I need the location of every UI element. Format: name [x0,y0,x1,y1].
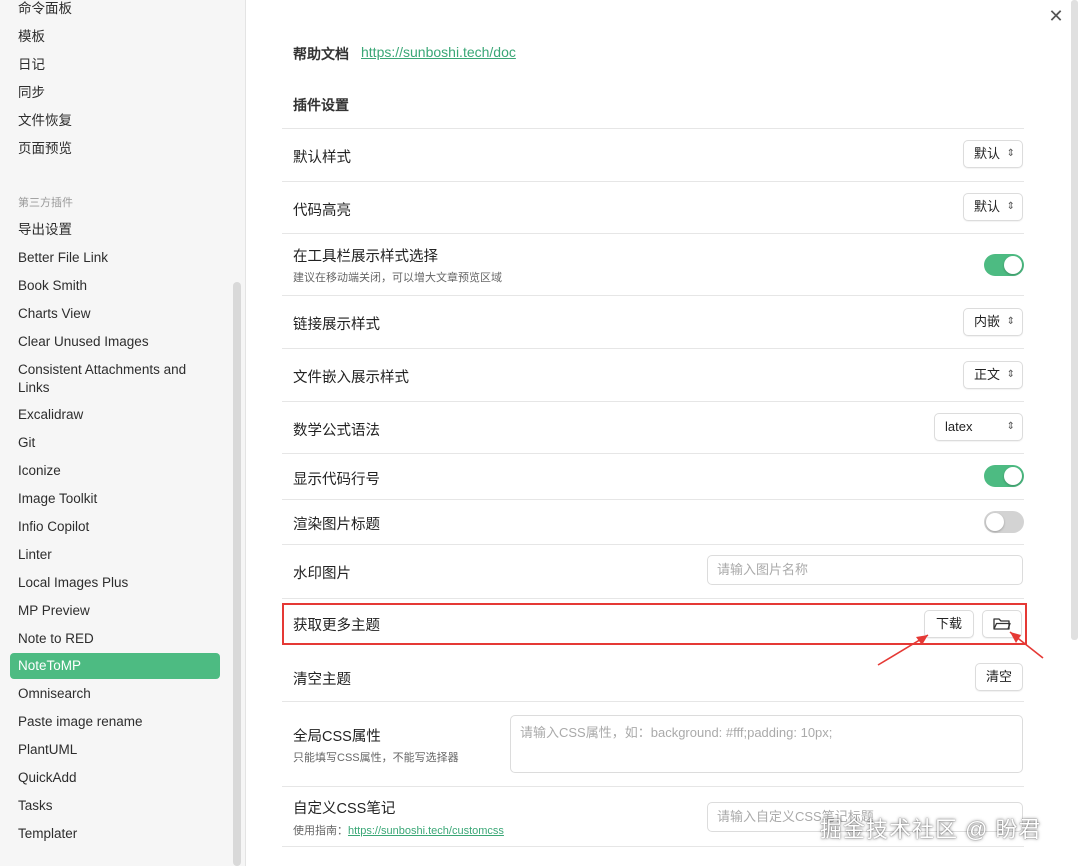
watermark-label: 水印图片 [293,566,351,582]
sidebar-item-local-images-plus[interactable]: Local Images Plus [10,574,220,592]
image-title-toggle[interactable] [984,511,1024,533]
sidebar-item-paste-image-rename[interactable]: Paste image rename [10,713,220,731]
divider [282,233,1024,234]
custom-css-desc-prefix: 使用指南： [293,825,348,837]
divider [282,598,1024,599]
sidebar-item-clear-unused-images[interactable]: Clear Unused Images [10,333,220,351]
divider [282,544,1024,545]
default-style-label: 默认样式 [293,150,351,166]
sidebar-item-plantuml[interactable]: PlantUML [10,741,220,759]
link-style-label: 链接展示样式 [293,317,380,333]
sidebar-item-infio-copilot[interactable]: Infio Copilot [10,518,220,536]
divider [282,846,1024,847]
chevron-updown-icon: ⇕ [1006,421,1015,432]
sidebar-item-quickadd[interactable]: QuickAdd [10,769,220,787]
sidebar-item-iconize[interactable]: Iconize [10,462,220,480]
default-style-select[interactable]: 默认 ⇕ [963,140,1023,168]
divider [282,295,1024,296]
chevron-updown-icon: ⇕ [1006,316,1015,327]
divider [282,453,1024,454]
sidebar-item-omnisearch[interactable]: Omnisearch [10,685,220,703]
line-numbers-label: 显示代码行号 [293,472,380,488]
code-highlight-label: 代码高亮 [293,203,351,219]
sidebar-scrollbar[interactable] [233,282,241,866]
embed-style-value: 正文 [974,367,1001,382]
line-numbers-toggle[interactable] [984,465,1024,487]
divider [282,401,1024,402]
sidebar-item-file-recovery[interactable]: 文件恢复 [10,112,220,130]
sidebar-item-better-file-link[interactable]: Better File Link [10,249,220,267]
clear-button[interactable]: 清空 [975,663,1023,691]
settings-sidebar: 命令面板 模板 日记 同步 文件恢复 页面预览 第三方插件 导出设置 Bette… [0,0,246,866]
sidebar-item-mp-preview[interactable]: MP Preview [10,602,220,620]
custom-css-desc: 使用指南：https://sunboshi.tech/customcss [293,822,504,838]
custom-css-label: 自定义CSS笔记 [293,801,396,817]
sidebar-item-charts-view[interactable]: Charts View [10,305,220,323]
divider [282,181,1024,182]
sidebar-item-book-smith[interactable]: Book Smith [10,277,220,295]
sidebar-item-sync[interactable]: 同步 [10,84,220,102]
embed-style-select[interactable]: 正文 ⇕ [963,361,1023,389]
global-css-textarea[interactable]: 请输入CSS属性，如：background: #fff;padding: 10p… [510,715,1023,773]
divider [282,128,1024,129]
chevron-updown-icon: ⇕ [1006,201,1015,212]
clear-theme-label: 清空主题 [293,672,351,688]
watermark-input[interactable]: 请输入图片名称 [707,555,1023,585]
help-link[interactable]: https://sunboshi.tech/doc [361,44,516,60]
toolbar-style-label: 在工具栏展示样式选择 [293,249,438,265]
sidebar-item-image-toolkit[interactable]: Image Toolkit [10,490,220,508]
annotation-arrows [877,631,1044,666]
sidebar-item-excalidraw[interactable]: Excalidraw [10,406,220,424]
sidebar-item-daily-notes[interactable]: 日记 [10,56,220,74]
chevron-updown-icon: ⇕ [1006,148,1015,159]
sidebar-item-templates[interactable]: 模板 [10,28,220,46]
global-css-desc: 只能填写CSS属性，不能写选择器 [293,752,459,764]
divider [282,786,1024,787]
default-style-value: 默认 [974,146,1001,161]
sidebar-item-export-settings[interactable]: 导出设置 [10,221,220,239]
sidebar-item-tasks[interactable]: Tasks [10,797,220,815]
image-title-label: 渲染图片标题 [293,517,380,533]
global-css-label: 全局CSS属性 [293,729,381,745]
sidebar-item-note-to-red[interactable]: Note to RED [10,630,220,648]
help-label: 帮助文档 [293,46,349,62]
section-title: 插件设置 [293,97,349,113]
more-themes-label: 获取更多主题 [293,618,380,634]
link-style-value: 内嵌 [974,314,1001,329]
toolbar-style-toggle[interactable] [984,254,1024,276]
close-icon[interactable]: ✕ [1046,6,1066,26]
sidebar-item-command-palette[interactable]: 命令面板 [10,0,220,18]
sidebar-item-notetomp[interactable]: NoteToMP [10,653,220,679]
toolbar-style-desc: 建议在移动端关闭，可以增大文章预览区域 [293,272,502,284]
divider [282,348,1024,349]
link-style-select[interactable]: 内嵌 ⇕ [963,308,1023,336]
sidebar-item-page-preview[interactable]: 页面预览 [10,140,220,158]
embed-style-label: 文件嵌入展示样式 [293,370,409,386]
custom-css-guide-link[interactable]: https://sunboshi.tech/customcss [348,825,504,837]
code-highlight-select[interactable]: 默认 ⇕ [963,193,1023,221]
sidebar-item-templater[interactable]: Templater [10,825,220,843]
math-syntax-value: latex [945,419,973,434]
sidebar-group-title: 第三方插件 [18,197,73,209]
math-syntax-select[interactable]: latex ⇕ [934,413,1023,441]
math-syntax-label: 数学公式语法 [293,423,380,439]
sidebar-item-consistent-attachments[interactable]: Consistent Attachments and Links [10,361,220,397]
sidebar-item-linter[interactable]: Linter [10,546,220,564]
main-scrollbar[interactable] [1071,0,1078,640]
sidebar-item-git[interactable]: Git [10,434,220,452]
watermark-overlay: 掘金技术社区 @ 盼君 [820,817,1042,842]
divider [282,499,1024,500]
divider [282,701,1024,702]
code-highlight-value: 默认 [974,199,1001,214]
chevron-updown-icon: ⇕ [1006,369,1015,380]
